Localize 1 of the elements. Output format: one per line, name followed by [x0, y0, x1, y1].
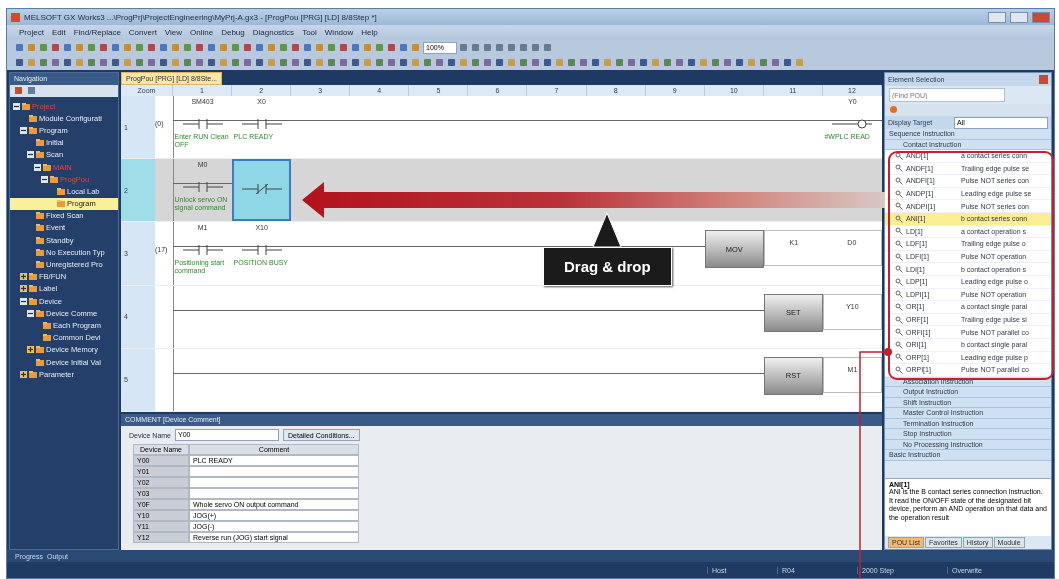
- window-title: MELSOFT GX Works3 ...\ProgPrj\ProjectEngineering\MyPrj-A.gx3 - [ProgPou [PRG] [LD] 8/8Step *]: [24, 12, 378, 22]
